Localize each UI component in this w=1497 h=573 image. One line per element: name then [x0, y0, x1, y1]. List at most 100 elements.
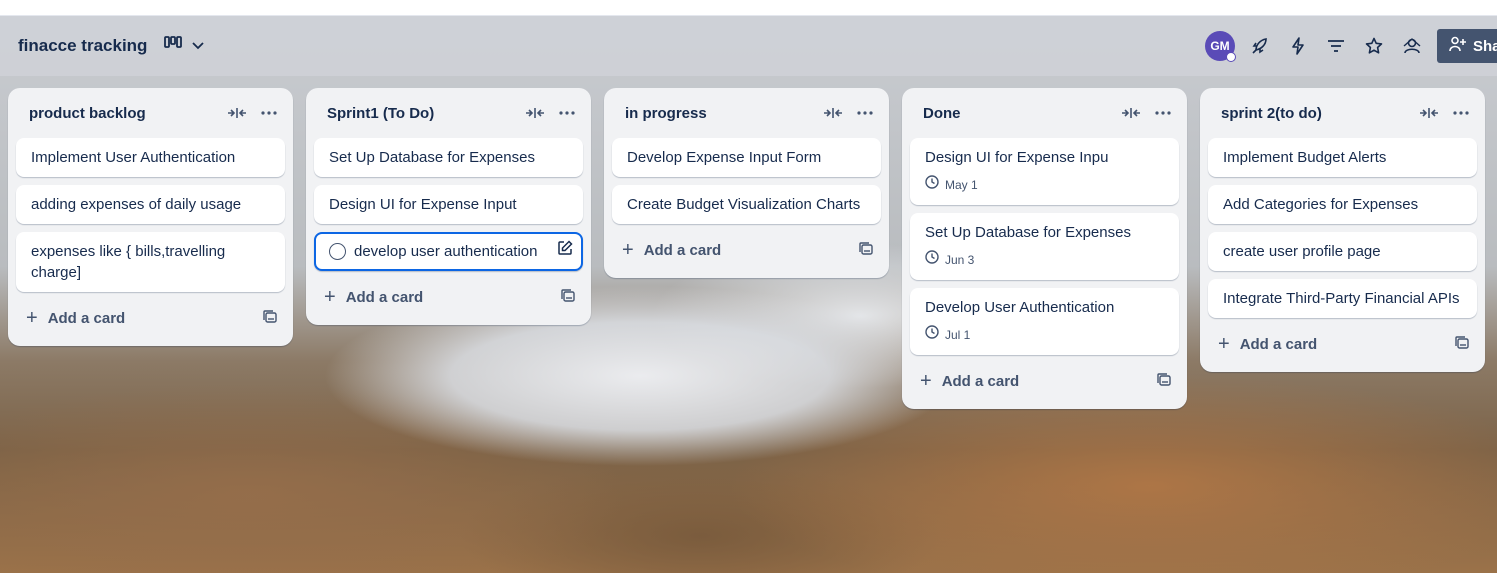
due-date-label: Jun 3 — [945, 253, 975, 267]
add-person-icon — [1449, 36, 1467, 56]
card[interactable]: Set Up Database for Expenses Jun 3 — [910, 213, 1179, 280]
share-label: Share — [1473, 37, 1497, 55]
more-options-icon[interactable] — [257, 102, 281, 124]
complete-checkbox-icon[interactable] — [329, 243, 346, 260]
browser-top-strip — [0, 0, 1497, 16]
card[interactable]: create user profile page — [1208, 232, 1477, 271]
add-card-button[interactable]: + Add a card — [612, 232, 881, 268]
card-title: Add Categories for Expenses — [1223, 196, 1419, 213]
due-date-badge[interactable]: Jun 3 — [925, 250, 1165, 271]
card[interactable]: Create Budget Visualization Charts — [612, 185, 881, 224]
share-button[interactable]: Share — [1437, 29, 1497, 63]
card-title: develop user authentication — [354, 243, 538, 260]
card[interactable]: Integrate Third-Party Financial APIs — [1208, 279, 1477, 318]
card-title: expenses like { bills,travelling charge] — [31, 243, 226, 281]
clock-icon — [925, 175, 939, 196]
card-title: Set Up Database for Expenses — [925, 224, 1131, 241]
add-card-label: Add a card — [643, 241, 722, 259]
list-header: in progress — [612, 96, 881, 130]
edit-icon[interactable] — [557, 240, 573, 262]
avatar-admin-badge-icon — [1226, 52, 1236, 62]
card[interactable]: Implement Budget Alerts — [1208, 138, 1477, 177]
list-actions — [1417, 102, 1473, 124]
create-from-template-icon[interactable] — [561, 289, 575, 308]
add-card-button[interactable]: + Add a card — [910, 363, 1179, 399]
header-actions: GM Share — [1205, 29, 1497, 63]
create-from-template-icon[interactable] — [859, 242, 873, 261]
list-actions — [821, 102, 877, 124]
plus-icon: + — [920, 370, 932, 392]
card-title: Set Up Database for Expenses — [329, 149, 535, 166]
card[interactable]: expenses like { bills,travelling charge] — [16, 232, 285, 292]
card-title: Develop Expense Input Form — [627, 149, 822, 166]
due-date-badge[interactable]: Jul 1 — [925, 325, 1165, 346]
add-card-button[interactable]: + Add a card — [16, 300, 285, 336]
due-date-badge[interactable]: May 1 — [925, 175, 1165, 196]
board-canvas: finacce tracking GM Sha product backlog … — [0, 16, 1497, 573]
collapse-list-icon[interactable] — [1417, 102, 1441, 124]
plus-icon: + — [324, 286, 336, 308]
plus-icon: + — [26, 307, 38, 329]
board-header: finacce tracking GM Sha — [0, 16, 1497, 76]
list-title[interactable]: Sprint1 (To Do) — [327, 105, 434, 122]
card[interactable]: Develop Expense Input Form — [612, 138, 881, 177]
add-card-button[interactable]: + Add a card — [314, 279, 583, 315]
list-actions — [1119, 102, 1175, 124]
add-card-label: Add a card — [941, 372, 1020, 390]
board-view-icon — [164, 36, 182, 55]
board-view-switcher[interactable] — [164, 36, 204, 55]
more-options-icon[interactable] — [555, 102, 579, 124]
card[interactable]: Set Up Database for Expenses — [314, 138, 583, 177]
clock-icon — [925, 250, 939, 271]
lightning-icon[interactable] — [1285, 31, 1311, 61]
card[interactable]: adding expenses of daily usage — [16, 185, 285, 224]
list: sprint 2(to do) Implement Budget Alerts Ad… — [1200, 88, 1485, 372]
card-title: Design UI for Expense Inpu — [925, 149, 1109, 166]
board-title[interactable]: finacce tracking — [18, 36, 147, 56]
card[interactable]: Implement User Authentication — [16, 138, 285, 177]
card-title: Design UI for Expense Input — [329, 196, 517, 213]
card[interactable]: Add Categories for Expenses — [1208, 185, 1477, 224]
star-icon[interactable] — [1361, 31, 1387, 61]
list-title[interactable]: product backlog — [29, 105, 146, 122]
card[interactable]: Design UI for Expense Input — [314, 185, 583, 224]
plus-icon: + — [1218, 333, 1230, 355]
create-from-template-icon[interactable] — [263, 310, 277, 329]
add-card-label: Add a card — [345, 288, 424, 306]
list-title[interactable]: sprint 2(to do) — [1221, 105, 1322, 122]
people-icon[interactable] — [1399, 31, 1425, 61]
chevron-down-icon — [192, 37, 204, 55]
clock-icon — [925, 325, 939, 346]
collapse-list-icon[interactable] — [523, 102, 547, 124]
collapse-list-icon[interactable] — [1119, 102, 1143, 124]
add-card-button[interactable]: + Add a card — [1208, 326, 1477, 362]
avatar-initials: GM — [1210, 39, 1230, 53]
list-title[interactable]: in progress — [625, 105, 707, 122]
list: Sprint1 (To Do) Set Up Database for Expen… — [306, 88, 591, 325]
more-options-icon[interactable] — [853, 102, 877, 124]
list-header: Sprint1 (To Do) — [314, 96, 583, 130]
create-from-template-icon[interactable] — [1157, 373, 1171, 392]
list-actions — [523, 102, 579, 124]
add-card-label: Add a card — [47, 309, 126, 327]
rocket-icon[interactable] — [1247, 31, 1273, 61]
filter-icon[interactable] — [1323, 31, 1349, 61]
card[interactable]: Develop User Authentication Jul 1 — [910, 288, 1179, 355]
more-options-icon[interactable] — [1449, 102, 1473, 124]
collapse-list-icon[interactable] — [821, 102, 845, 124]
card-title: Create Budget Visualization Charts — [627, 196, 861, 213]
card-title: Implement User Authentication — [31, 149, 236, 166]
avatar[interactable]: GM — [1205, 31, 1236, 62]
card[interactable]: Design UI for Expense Inpu May 1 — [910, 138, 1179, 205]
more-options-icon[interactable] — [1151, 102, 1175, 124]
add-card-label: Add a card — [1239, 335, 1318, 353]
list-title[interactable]: Done — [923, 105, 961, 122]
card-title: Implement Budget Alerts — [1223, 149, 1387, 166]
due-date-label: May 1 — [945, 178, 978, 192]
due-date-label: Jul 1 — [945, 328, 971, 342]
card[interactable]: develop user authentication — [314, 232, 583, 271]
create-from-template-icon[interactable] — [1455, 336, 1469, 355]
list-header: sprint 2(to do) — [1208, 96, 1477, 130]
list: in progress Develop Expense Input Form Cre… — [604, 88, 889, 278]
collapse-list-icon[interactable] — [225, 102, 249, 124]
